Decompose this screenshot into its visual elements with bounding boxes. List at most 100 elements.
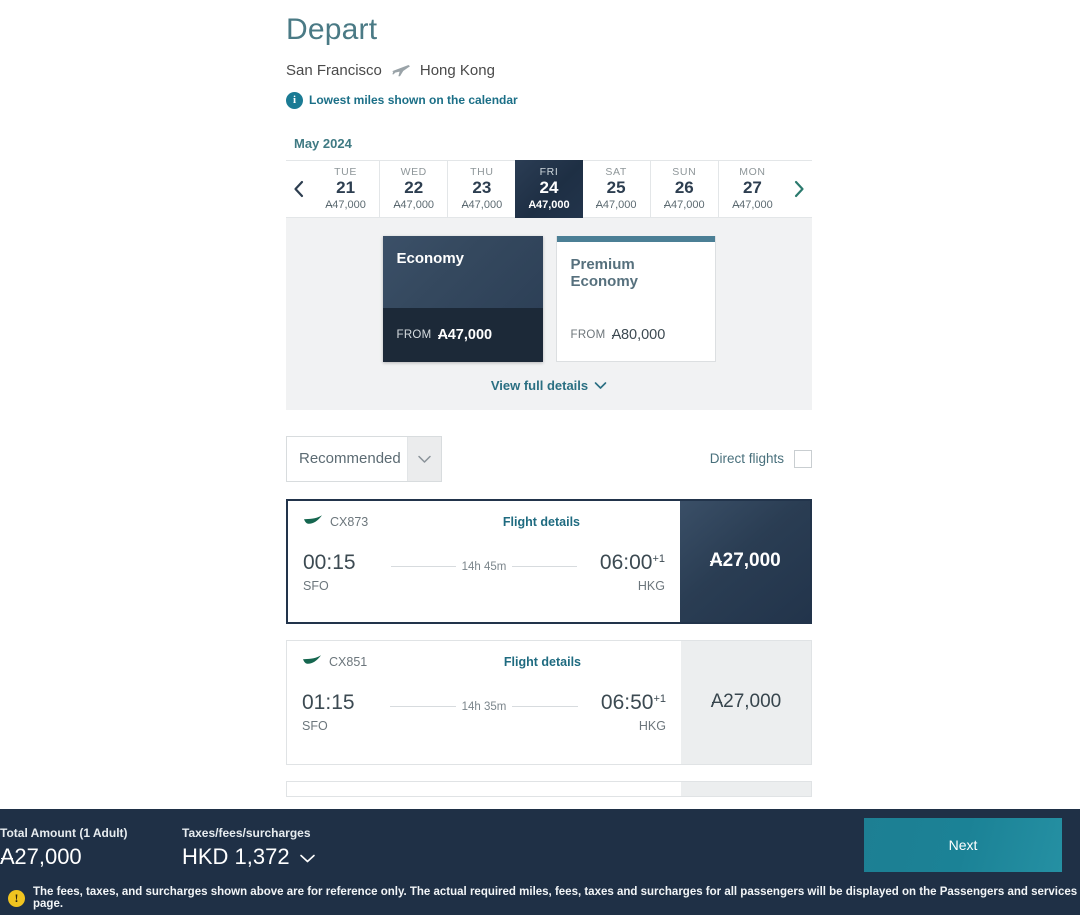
flight-duration: 14h 45m (461, 560, 507, 573)
cabin-title: Economy (396, 249, 465, 267)
flight-card[interactable]: CX851 Flight details 01:15 SFO 14h 35m 0… (286, 639, 812, 765)
date-miles: A47,000 (528, 198, 570, 211)
bottom-bar-footer: ! The fees, taxes, and surcharges shown … (0, 881, 1080, 915)
date-cell-24[interactable]: FRI 24 A47,000 (515, 159, 583, 218)
flight-number: CX851 (329, 654, 368, 669)
from-value: A80,000 (611, 326, 666, 343)
asia-miles-symbol: A (461, 198, 469, 211)
direct-flights-toggle[interactable]: Direct flights (710, 449, 812, 468)
date-miles: A47,000 (595, 198, 637, 211)
cabin-card-economy-top: Economy (382, 235, 543, 308)
flight-card-info: CX851 Flight details 01:15 SFO 14h 35m 0… (287, 641, 681, 764)
cabin-cards: Economy FROM A47,000 Premium Economy FRO… (382, 235, 716, 362)
date-cell-25[interactable]: SAT 25 A47,000 (583, 161, 650, 217)
taxes-block: Taxes/fees/surcharges HKD 1,372 (182, 820, 316, 870)
from-value: A47,000 (437, 326, 493, 343)
bottom-summary-bar: Total Amount (1 Adult) A27,000 Taxes/fee… (0, 809, 1080, 915)
arrival-airport: HKG (638, 718, 666, 733)
flight-price[interactable]: A 27,000 (680, 500, 810, 622)
cabin-card-premium-top: Premium Economy (557, 242, 715, 308)
flight-details-link[interactable]: Flight details (504, 655, 581, 669)
date-cell-21[interactable]: TUE 21 A47,000 (312, 161, 379, 217)
flight-results-list: CX873 Flight details 00:15 SFO 14h 45m 0… (286, 498, 812, 797)
asia-miles-symbol: A (437, 326, 448, 343)
flight-number-group: CX873 (303, 513, 368, 531)
arrival-block: 06:50+1 HKG (578, 692, 666, 733)
view-full-details-label: View full details (490, 377, 589, 393)
chevron-down-icon (407, 436, 441, 481)
origin-city: San Francisco (286, 61, 382, 79)
flight-line-right (512, 566, 578, 567)
sort-dropdown[interactable]: Recommended (286, 435, 442, 482)
date-miles: A47,000 (732, 198, 773, 211)
calendar-prev-button[interactable] (286, 161, 312, 217)
departure-block: 00:15 SFO (303, 552, 391, 593)
flight-number-group: CX851 (302, 653, 367, 671)
date-number: 21 (336, 178, 356, 198)
cabin-card-economy-price: FROM A47,000 (382, 307, 543, 362)
date-number: 23 (472, 178, 492, 198)
flight-details-link[interactable]: Flight details (503, 515, 580, 529)
departure-time: 01:15 (302, 690, 355, 714)
asia-miles-symbol: A (663, 198, 671, 211)
next-button-label: Next (948, 837, 978, 853)
asia-miles-symbol: A (325, 198, 333, 211)
arrival-day-offset: +1 (652, 552, 665, 565)
arrival-airport: HKG (637, 578, 665, 593)
cabin-title: Premium Economy (570, 255, 639, 290)
date-dow: THU (470, 166, 494, 179)
date-dow: FRI (539, 166, 559, 179)
asia-miles-symbol: A (393, 198, 401, 211)
from-label: FROM (570, 328, 606, 341)
date-dow: TUE (334, 166, 357, 179)
taxes-label: Taxes/fees/surcharges (182, 826, 311, 840)
from-label: FROM (396, 328, 432, 341)
date-cell-27[interactable]: MON 27 A47,000 (717, 160, 786, 217)
chevron-down-icon (299, 844, 316, 870)
date-cell-26[interactable]: SUN 26 A47,000 (649, 160, 718, 217)
info-icon: i (286, 91, 303, 109)
date-cell-23[interactable]: THU 23 A47,000 (447, 160, 515, 217)
flight-number: CX873 (330, 514, 369, 529)
flight-price[interactable]: A 27,000 (681, 640, 811, 764)
flight-times-row: 00:15 SFO 14h 45m 06:00+1 HKG (303, 552, 665, 593)
date-dow: SAT (605, 166, 627, 179)
flight-line-left (390, 706, 456, 707)
arrival-block: 06:00+1 HKG (577, 552, 665, 593)
main-content: Depart San Francisco Hong Kong i Lowest … (286, 0, 812, 797)
duration-block: 14h 45m (391, 552, 578, 573)
flight-line-right (512, 706, 579, 707)
calendar-next-button[interactable] (786, 161, 812, 217)
direct-flights-checkbox[interactable] (794, 449, 812, 468)
flight-times-row: 01:15 SFO 14h 35m 06:50+1 HKG (302, 692, 666, 733)
warning-icon: ! (8, 889, 25, 907)
flight-price[interactable] (681, 781, 811, 796)
date-cell-22[interactable]: WED 22 A47,000 (379, 160, 447, 217)
page-title: Depart (286, 13, 378, 46)
total-amount-label: Total Amount (1 Adult) (0, 826, 128, 840)
flight-card-header: CX851 Flight details (302, 653, 666, 671)
asia-miles-symbol: A (595, 198, 603, 211)
taxes-value: HKD 1,372 (182, 844, 290, 869)
flight-card-info (287, 782, 681, 796)
departure-block: 01:15 SFO (302, 692, 390, 733)
notice-text: Lowest miles shown on the calendar (309, 93, 518, 107)
footer-disclaimer-text: The fees, taxes, and surcharges shown ab… (33, 886, 1078, 910)
cabin-card-economy[interactable]: Economy FROM A47,000 (382, 235, 543, 362)
arrival-time: 06:00+1 (599, 550, 665, 574)
cathay-brushwing-icon (303, 513, 323, 531)
arrival-time: 06:50+1 (600, 690, 666, 714)
cathay-brushwing-icon (302, 653, 322, 671)
next-button[interactable]: Next (864, 818, 1062, 872)
date-strip: TUE 21 A47,000 WED 22 A47,000 THU 23 A47… (286, 159, 812, 218)
cabin-card-premium-economy[interactable]: Premium Economy FROM A80,000 (555, 235, 716, 362)
sort-selected-value: Recommended (299, 450, 401, 467)
date-miles: A47,000 (663, 198, 705, 211)
date-dow: SUN (672, 166, 697, 179)
flight-card[interactable]: CX873 Flight details 00:15 SFO 14h 45m 0… (286, 498, 812, 624)
flight-card-partial[interactable] (286, 780, 812, 797)
date-miles: A47,000 (325, 198, 366, 211)
view-full-details-button[interactable]: View full details (491, 362, 607, 410)
taxes-value-toggle[interactable]: HKD 1,372 (182, 844, 316, 870)
chevron-down-icon (594, 378, 607, 393)
